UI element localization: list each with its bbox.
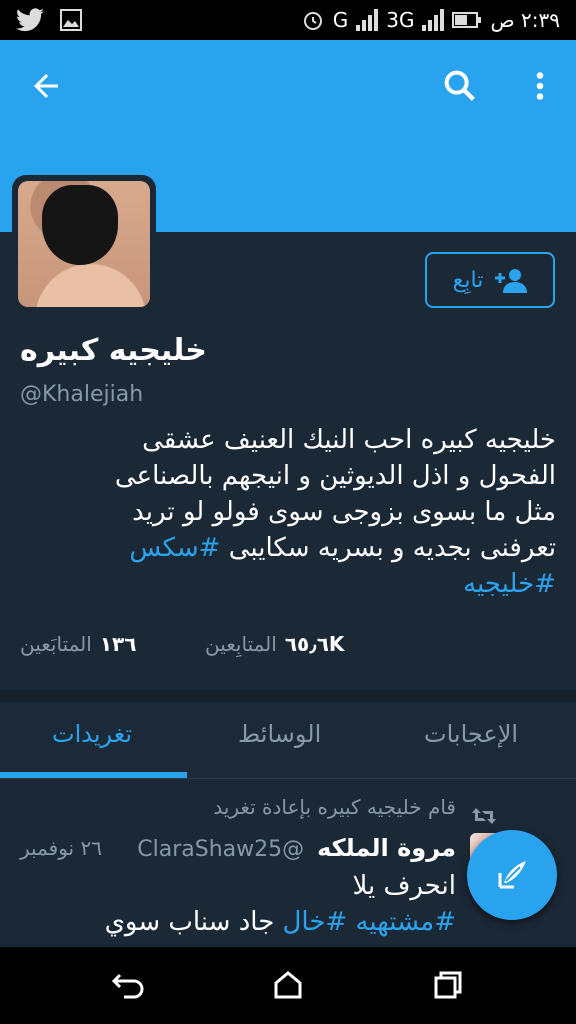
- followers-label: المتابِعين: [205, 632, 277, 656]
- battery-icon: [452, 12, 482, 28]
- hashtag-link[interactable]: #مشتهيه: [355, 907, 456, 937]
- hashtag-link[interactable]: #خال: [283, 907, 348, 937]
- status-bar: G 3G ٢:٣٩ ص: [0, 0, 576, 40]
- image-icon: [60, 9, 82, 31]
- bio-line: خليجيه كبيره احب النيك العنيف عشقى: [142, 425, 556, 455]
- profile-handle: @Khalejiah: [20, 382, 144, 407]
- tweet-author-name: مروة الملكه: [317, 834, 456, 862]
- tab-tweets[interactable]: تغريدات: [52, 720, 132, 748]
- avatar[interactable]: [12, 175, 156, 313]
- bio-line: مثل ما بسوى بزوجى سوى فولو لو تريد: [132, 497, 556, 527]
- tweet-line: انحرف يلا: [352, 871, 456, 901]
- profile-bio: خليجيه كبيره احب النيك العنيف عشقى الفحو…: [30, 422, 556, 602]
- follow-button[interactable]: تابِع: [425, 252, 555, 308]
- nav-recent-apps-icon[interactable]: [432, 969, 464, 1001]
- tweet-line: #مشتهيه #خال جاد سناب سوي: [104, 907, 456, 937]
- avatar-image: [18, 181, 150, 307]
- compose-tweet-button[interactable]: [467, 830, 557, 920]
- bio-line: تعرفنى بجديه و بسريه سكايبى #سكس: [129, 533, 556, 563]
- clock: ٢:٣٩ ص: [490, 8, 560, 32]
- network-3g-label: 3G: [386, 8, 415, 32]
- tweet-date: ٢٦ نوفمبر: [20, 836, 102, 860]
- network-label: G: [332, 8, 349, 32]
- followers-stat[interactable]: ٦٥٫٦K المتابِعين: [205, 632, 344, 656]
- following-stat[interactable]: ١٣٦ المتابَعين: [20, 632, 136, 656]
- search-icon[interactable]: [440, 66, 480, 106]
- more-vert-icon[interactable]: [522, 66, 558, 106]
- retweet-icon: [472, 808, 496, 824]
- profile-tabs: تغريدات الوسائط الإعجابات: [0, 702, 576, 779]
- arrow-left-icon[interactable]: [28, 68, 64, 104]
- alarm-icon: [303, 12, 322, 30]
- signal-icon: [356, 9, 379, 31]
- followers-count: ٦٥٫٦K: [284, 632, 345, 656]
- bio-line: #خليجيه: [30, 566, 556, 602]
- following-count: ١٣٦: [99, 632, 137, 656]
- following-label: المتابَعين: [20, 632, 92, 656]
- follow-button-label: تابِع: [452, 267, 484, 293]
- nav-back-icon[interactable]: [110, 969, 146, 1001]
- signal-2-icon: [422, 9, 445, 31]
- divider: [0, 690, 576, 702]
- nav-home-icon[interactable]: [272, 969, 304, 1001]
- hashtag-link[interactable]: #خليجيه: [463, 569, 556, 599]
- tab-media[interactable]: الوسائط: [238, 720, 321, 748]
- add-user-icon: [495, 269, 528, 293]
- bio-line: الفحول و اذل الديوثين و انيجهم بالصناعى: [114, 461, 556, 491]
- tab-active-indicator: [0, 772, 187, 778]
- retweet-note: قام خليجيه كبيره بإعادة تغريد: [213, 795, 456, 819]
- profile-name: خليجيه كبيره: [20, 333, 207, 368]
- tweet-author-handle: @ClaraShaw25: [137, 837, 305, 862]
- twitter-bird-icon: [16, 8, 44, 32]
- system-nav-bar: [0, 947, 576, 1024]
- tweet-author[interactable]: مروة الملكه @ClaraShaw25: [137, 834, 456, 862]
- tweet-text: انحرف يلا #مشتهيه #خال جاد سناب سوي: [16, 868, 456, 940]
- hashtag-link[interactable]: #سكس: [129, 533, 220, 563]
- tab-likes[interactable]: الإعجابات: [424, 720, 518, 748]
- compose-quill-icon: [498, 861, 526, 889]
